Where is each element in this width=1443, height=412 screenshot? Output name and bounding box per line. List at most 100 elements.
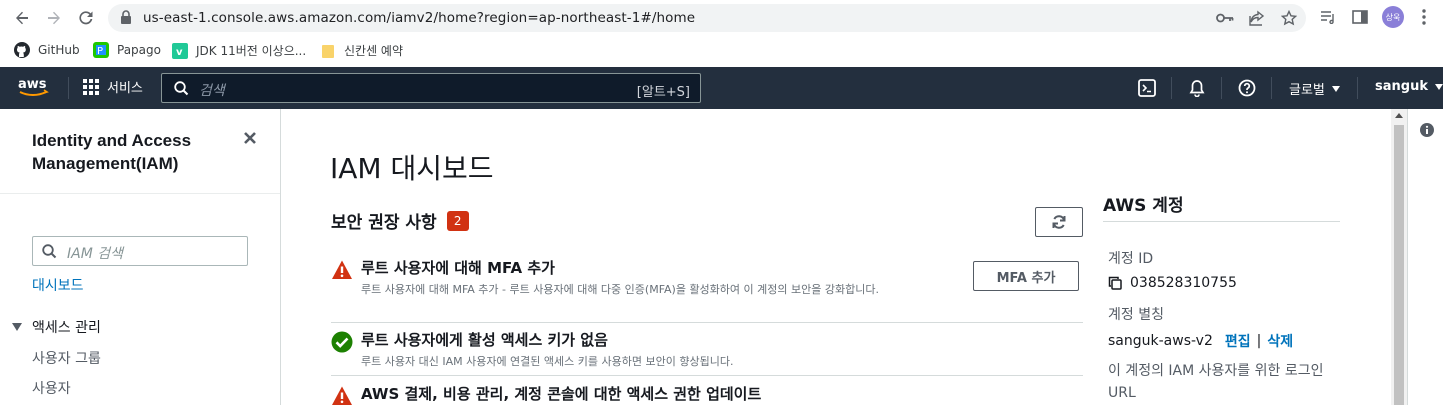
caret-down-icon [1434,83,1443,90]
scroll-up-arrow-icon[interactable] [1395,113,1403,118]
bookmark-label: Papago [117,43,161,57]
aws-account-heading: AWS 계정 [1103,196,1184,216]
account-id-label: 계정 ID [1108,251,1154,267]
sidebar-item-users[interactable]: 사용자 [32,378,71,398]
side-panel-icon[interactable] [1350,7,1370,27]
svg-text:P: P [97,46,103,57]
iam-search-placeholder: IAM 검색 [67,246,123,262]
copy-icon[interactable] [1108,276,1122,290]
forward-arrow-icon[interactable] [42,6,66,30]
github-icon [14,42,30,58]
bookmark-label: JDK 11버전 이상으... [196,44,307,58]
scrollbar-thumb[interactable] [1394,125,1404,405]
nav-divider [1171,77,1172,99]
status-badge: 2 [446,210,469,231]
add-mfa-button[interactable]: MFA 추가 [973,261,1079,291]
iam-sidebar: Identity and Access Management(IAM) IAM … [0,109,281,405]
profile-avatar[interactable]: 상욱 [1382,6,1404,28]
back-arrow-icon[interactable] [10,6,34,30]
close-icon[interactable] [243,131,257,145]
aws-top-nav: aws 서비스 검색 [알트+S] 글로벌 sanguk [0,67,1443,109]
svg-text:v: v [176,47,183,58]
security-recommendations-heading: 보안 권장 사항 2 [331,208,469,233]
papago-icon: P [93,42,109,58]
signin-url-label: 이 계정의 IAM 사용자를 위한 로그인 URL [1108,363,1324,401]
caret-down-icon [1331,85,1340,92]
vertical-scrollbar[interactable] [1391,109,1407,405]
cloudshell-icon[interactable] [1137,78,1157,98]
services-menu[interactable]: 서비스 [83,77,143,96]
aws-logo[interactable]: aws [17,76,51,98]
bookmark-label: GitHub [38,43,80,57]
grid-icon [83,78,99,95]
edit-alias-link[interactable]: 편집 [1225,331,1251,351]
recommendation-description: 루트 사용자에 대해 MFA 추가 - 루트 사용자에 대해 다중 인증(MFA… [361,283,879,296]
recommendation-title: 루트 사용자에게 활성 액세스 키가 없음 [361,331,608,349]
recommendation-mfa: 루트 사용자에 대해 MFA 추가 루트 사용자에 대해 MFA 추가 - 루트… [331,257,1083,323]
bookmark-shinkansen[interactable]: 신칸센 예약 [320,42,403,59]
help-icon[interactable] [1237,78,1257,98]
search-placeholder: 검색 [199,83,225,99]
refresh-button[interactable] [1035,207,1083,237]
iam-search-input[interactable]: IAM 검색 [32,236,248,266]
warning-icon [331,385,353,407]
refresh-icon [1051,214,1067,230]
search-icon [174,81,189,101]
account-divider [1103,221,1340,222]
region-label: 글로벌 [1289,83,1325,98]
star-icon[interactable] [1280,9,1298,27]
key-icon[interactable] [1216,9,1234,27]
nav-divider [1271,77,1272,99]
page-title: IAM 대시보드 [330,152,494,185]
row-divider [331,375,1083,376]
recommendation-access-key: 루트 사용자에게 활성 액세스 키가 없음 루트 사용자 대신 IAM 사용자에… [331,329,1083,377]
folder-icon [320,43,336,59]
row-divider [331,322,1083,323]
region-selector[interactable]: 글로벌 [1289,79,1340,98]
bookmark-label: 신칸센 예약 [344,44,404,58]
bell-icon[interactable] [1187,78,1207,98]
help-panel-rail [1407,109,1443,405]
recommendation-title: AWS 결제, 비용 관리, 계정 콘솔에 대한 액세스 권한 업데이트 [361,385,762,403]
nav-divider [1357,77,1358,99]
section-label: 액세스 관리 [32,320,101,336]
account-id-row: 038528310755 [1108,275,1237,291]
lock-icon[interactable] [120,10,132,30]
kebab-menu-icon[interactable] [1414,7,1434,27]
services-label: 서비스 [107,81,143,96]
search-shortcut: [알트+S] [636,85,690,100]
account-alias-row: sanguk-aws-v2 편집 | 삭제 [1108,331,1293,351]
bookmark-github[interactable]: GitHub [14,42,80,58]
browser-toolbar: us-east-1.console.aws.amazon.com/iamv2/h… [0,0,1443,35]
sidebar-item-dashboard[interactable]: 대시보드 [32,275,84,295]
delete-alias-link[interactable]: 삭제 [1267,331,1293,351]
account-menu[interactable]: sanguk [1375,79,1443,94]
sidebar-section-access-management[interactable]: 액세스 관리 [12,317,101,337]
check-circle-icon [331,331,353,353]
account-id-value: 038528310755 [1130,275,1237,291]
bookmarks-bar: GitHub P Papago v JDK 11버전 이상으... 신칸센 예약 [0,35,1443,67]
reading-list-icon[interactable] [1318,7,1338,27]
sidebar-item-user-groups[interactable]: 사용자 그룹 [32,348,101,368]
main-content: IAM 대시보드 보안 권장 사항 2 루트 사용자에 대해 MFA 추가 루트… [281,109,1391,405]
info-icon[interactable] [1420,123,1434,137]
svg-text:aws: aws [18,77,47,92]
bookmark-papago[interactable]: P Papago [93,42,161,58]
address-bar[interactable]: us-east-1.console.aws.amazon.com/iamv2/h… [108,4,1306,32]
search-icon [42,244,57,264]
caret-down-icon [12,323,22,331]
account-alias-value: sanguk-aws-v2 [1108,333,1213,349]
sidebar-title: Identity and Access Management(IAM) [32,131,192,173]
nav-divider [68,77,69,99]
share-icon[interactable] [1248,9,1266,27]
bookmark-jdk[interactable]: v JDK 11버전 이상으... [172,42,306,59]
link-separator: | [1256,333,1262,349]
global-search-input[interactable]: 검색 [알트+S] [161,73,701,103]
recommendation-description: 루트 사용자 대신 IAM 사용자에 연결된 액세스 키를 사용하면 보안이 향… [361,355,734,368]
velog-icon: v [172,42,188,59]
reload-icon[interactable] [74,6,98,30]
recommendation-billing-access: AWS 결제, 비용 관리, 계정 콘솔에 대한 액세스 권한 업데이트 [331,383,1083,407]
url-text[interactable]: us-east-1.console.aws.amazon.com/iamv2/h… [143,10,695,26]
sidebar-divider [0,193,280,194]
warning-icon [331,259,353,281]
